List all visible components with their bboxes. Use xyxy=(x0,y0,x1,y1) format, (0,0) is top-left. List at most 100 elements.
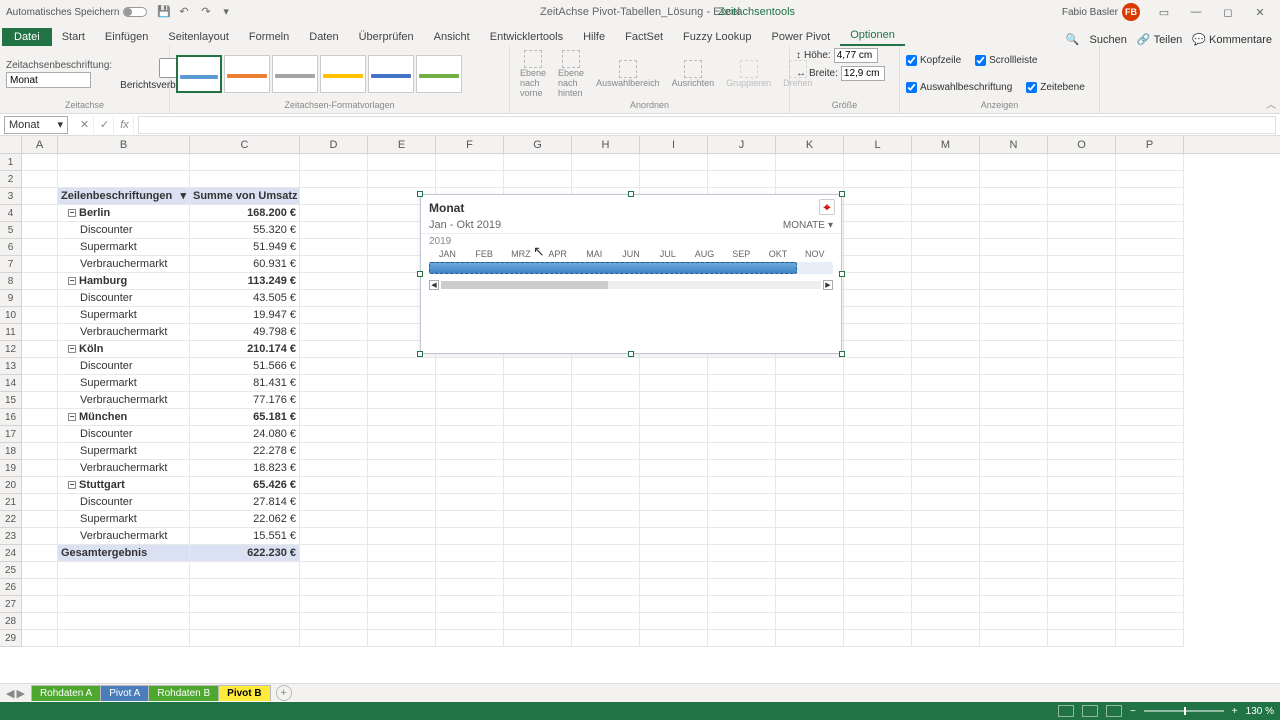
cell[interactable] xyxy=(1048,477,1116,494)
cell[interactable] xyxy=(300,460,368,477)
cell[interactable] xyxy=(436,477,504,494)
cell[interactable] xyxy=(980,324,1048,341)
cell[interactable] xyxy=(22,290,58,307)
cell[interactable] xyxy=(368,477,436,494)
cell[interactable] xyxy=(300,307,368,324)
row-header[interactable]: 25 xyxy=(0,562,22,579)
row-header[interactable]: 17 xyxy=(0,426,22,443)
cell[interactable] xyxy=(776,375,844,392)
cell[interactable] xyxy=(300,562,368,579)
cell[interactable] xyxy=(708,409,776,426)
cell[interactable] xyxy=(640,613,708,630)
cell[interactable] xyxy=(504,426,572,443)
cell[interactable] xyxy=(1116,460,1184,477)
cell[interactable] xyxy=(980,494,1048,511)
col-header[interactable]: B xyxy=(58,136,190,153)
cell[interactable] xyxy=(844,477,912,494)
cell[interactable] xyxy=(22,239,58,256)
cell[interactable] xyxy=(708,460,776,477)
cell[interactable] xyxy=(776,613,844,630)
cell[interactable] xyxy=(504,630,572,647)
cell[interactable] xyxy=(912,341,980,358)
cell[interactable] xyxy=(640,426,708,443)
cell[interactable] xyxy=(708,443,776,460)
cell[interactable] xyxy=(844,392,912,409)
cell[interactable] xyxy=(300,426,368,443)
cell[interactable] xyxy=(708,154,776,171)
cell[interactable] xyxy=(300,154,368,171)
row-header[interactable]: 7 xyxy=(0,256,22,273)
cell[interactable]: Discounter xyxy=(58,222,190,239)
save-icon[interactable]: 💾 xyxy=(157,5,171,19)
cell[interactable] xyxy=(912,494,980,511)
cell[interactable] xyxy=(436,528,504,545)
cell[interactable] xyxy=(1116,443,1184,460)
cell[interactable] xyxy=(980,409,1048,426)
cell[interactable] xyxy=(980,205,1048,222)
cell[interactable]: Discounter xyxy=(58,290,190,307)
cell[interactable] xyxy=(300,205,368,222)
cell[interactable] xyxy=(1116,375,1184,392)
cell[interactable] xyxy=(776,545,844,562)
cell[interactable] xyxy=(844,443,912,460)
cell[interactable] xyxy=(1116,205,1184,222)
tab-entwicklertools[interactable]: Entwicklertools xyxy=(480,28,573,46)
cell[interactable] xyxy=(1116,494,1184,511)
cell[interactable] xyxy=(1116,171,1184,188)
cell[interactable] xyxy=(912,222,980,239)
cell[interactable] xyxy=(1116,273,1184,290)
cell[interactable] xyxy=(22,154,58,171)
cell[interactable] xyxy=(980,511,1048,528)
cell[interactable] xyxy=(640,630,708,647)
view-pagebreak-icon[interactable] xyxy=(1106,705,1122,717)
cell[interactable] xyxy=(776,579,844,596)
cell[interactable] xyxy=(980,426,1048,443)
cell[interactable] xyxy=(572,171,640,188)
cell[interactable] xyxy=(190,171,300,188)
cell[interactable] xyxy=(22,545,58,562)
cell[interactable] xyxy=(708,375,776,392)
col-header[interactable]: H xyxy=(572,136,640,153)
cell[interactable] xyxy=(912,613,980,630)
cell[interactable] xyxy=(708,613,776,630)
cell[interactable] xyxy=(980,528,1048,545)
cell[interactable] xyxy=(1048,630,1116,647)
cell[interactable]: 15.551 € xyxy=(190,528,300,545)
col-header[interactable]: N xyxy=(980,136,1048,153)
sheet-nav-prev-icon[interactable]: ◀ xyxy=(6,687,14,700)
cell[interactable] xyxy=(1048,307,1116,324)
tab-ansicht[interactable]: Ansicht xyxy=(424,28,480,46)
cell[interactable] xyxy=(300,392,368,409)
cell[interactable] xyxy=(980,358,1048,375)
cell[interactable] xyxy=(912,426,980,443)
cell[interactable] xyxy=(844,205,912,222)
cell[interactable] xyxy=(572,511,640,528)
cell[interactable] xyxy=(190,596,300,613)
cell[interactable] xyxy=(980,222,1048,239)
cell[interactable] xyxy=(58,171,190,188)
cell[interactable] xyxy=(22,477,58,494)
cell[interactable] xyxy=(640,375,708,392)
cell[interactable] xyxy=(776,409,844,426)
tab-optionen[interactable]: Optionen xyxy=(840,26,905,46)
row-header[interactable]: 12 xyxy=(0,341,22,358)
cell[interactable]: −Berlin xyxy=(58,205,190,222)
row-header[interactable]: 5 xyxy=(0,222,22,239)
cell[interactable]: −München xyxy=(58,409,190,426)
row-header[interactable]: 9 xyxy=(0,290,22,307)
cell[interactable] xyxy=(844,579,912,596)
cell[interactable] xyxy=(912,256,980,273)
cell[interactable] xyxy=(912,290,980,307)
cell[interactable] xyxy=(1048,222,1116,239)
cell[interactable]: Supermarkt xyxy=(58,307,190,324)
cell[interactable] xyxy=(708,579,776,596)
cell[interactable] xyxy=(436,154,504,171)
cell[interactable] xyxy=(22,494,58,511)
cell[interactable]: −Hamburg xyxy=(58,273,190,290)
cell[interactable] xyxy=(844,341,912,358)
cell[interactable] xyxy=(844,613,912,630)
cell[interactable] xyxy=(1048,460,1116,477)
cell[interactable] xyxy=(504,545,572,562)
cell[interactable] xyxy=(708,171,776,188)
cell[interactable] xyxy=(980,256,1048,273)
